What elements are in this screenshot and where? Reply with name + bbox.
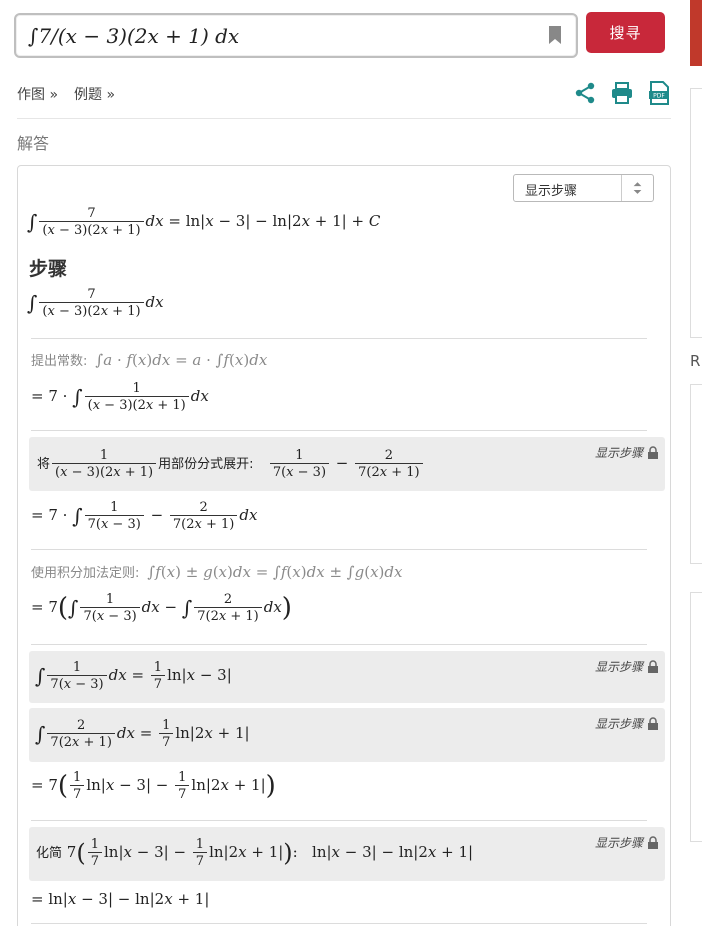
solution-panel [17, 165, 671, 926]
show-steps-locked[interactable]: 显示步骤 [595, 658, 659, 675]
show-steps-label: 显示步骤 [594, 836, 643, 850]
simplify-step-expression: 化简 7(1 7 ln|x − 3| − 1 7 ln|2x + 1|): ln|x −… [36, 837, 474, 869]
step-rule-label: 使用积分加法定则: [31, 566, 140, 581]
integral-step-box: 显示步骤 ∫ 1 7(x − 3) dx = 1 7 ln|x − 3| [29, 651, 665, 703]
step-result: = ln|x − 3| − ln|2x + 1| [31, 890, 210, 908]
partial-fraction-label: 用部份分式展开: [158, 457, 254, 472]
bookmark-icon[interactable] [548, 25, 562, 45]
show-steps-locked[interactable]: 显示步骤 [595, 834, 659, 851]
svg-text:PDF: PDF [653, 93, 665, 100]
plot-link[interactable]: 作图 » [17, 84, 58, 104]
steps-heading: 步骤 [29, 258, 68, 280]
step-rule-constant: 提出常数: ∫a · f(x)dx = a · ∫f(x)dx [31, 351, 268, 369]
lock-icon [648, 717, 658, 730]
sidebar-card [690, 88, 702, 338]
partial-fraction-prefix: 将 [37, 457, 51, 472]
show-steps-dropdown-value: 显示步骤 [525, 184, 578, 199]
sidebar-card [690, 592, 702, 842]
step-rule-label: 提出常数: [31, 354, 88, 369]
show-steps-locked[interactable]: 显示步骤 [595, 444, 659, 461]
show-steps-label: 显示步骤 [594, 660, 643, 674]
step-result: = 7(∫ 1 7(x − 3) dx − ∫ 2 7(2x + 1) dx) [31, 592, 292, 624]
sidebar-banner [690, 0, 702, 66]
lock-icon [648, 836, 658, 849]
show-steps-label: 显示步骤 [594, 717, 643, 731]
step-original-integral: ∫ 7 (x − 3)(2x + 1) dx [27, 287, 164, 319]
step-result: = 7 · ∫ 1 7(x − 3) − 2 7(2x + 1) dx [31, 500, 258, 532]
solution-section-title: 解答 [17, 134, 50, 153]
search-query[interactable]: ∫7/(x − 3)(2x + 1) dx [28, 24, 239, 48]
divider [17, 118, 671, 119]
step-divider [31, 430, 647, 431]
integral-step-expression: ∫ 2 7(2x + 1) dx = 1 7 ln|2x + 1| [35, 718, 250, 750]
partial-fraction-step: 显示步骤 将 1 (x − 3)(2x + 1) 用部份分式展开: 1 7(x − 3)… [29, 437, 665, 491]
print-icon[interactable] [610, 81, 634, 105]
select-arrows-icon [621, 175, 642, 201]
pdf-icon[interactable]: PDF [647, 81, 671, 105]
step-divider [31, 644, 647, 645]
lock-icon [648, 446, 658, 459]
final-answer: ∫ 7 (x − 3)(2x + 1) dx = ln|x − 3| − ln|2x … [27, 206, 381, 238]
step-rule-sum: 使用积分加法定则: ∫f(x) ± g(x)dx = ∫f(x)dx ± ∫g(x… [31, 563, 403, 581]
show-steps-dropdown[interactable]: 显示步骤 [513, 174, 654, 202]
share-icon[interactable] [573, 81, 597, 105]
integral-step-box: 显示步骤 ∫ 2 7(2x + 1) dx = 1 7 ln|2x + 1| [29, 708, 665, 762]
show-steps-label: 显示步骤 [594, 446, 643, 460]
sidebar-card [690, 384, 702, 564]
show-steps-locked[interactable]: 显示步骤 [595, 715, 659, 732]
search-button[interactable]: 搜寻 [586, 12, 665, 53]
integral-step-expression: ∫ 1 7(x − 3) dx = 1 7 ln|x − 3| [35, 660, 232, 692]
step-divider [31, 923, 647, 924]
simplify-step-box: 显示步骤 化简 7(1 7 ln|x − 3| − 1 7 ln|2x + 1|): l… [29, 827, 665, 881]
partial-fraction-expression: 将 1 (x − 3)(2x + 1) 用部份分式展开: 1 7(x − 3) − 27… [37, 448, 425, 480]
simplify-prefix: 化简 [36, 846, 63, 861]
sidebar-heading-fragment: R [690, 352, 701, 370]
step-divider [31, 549, 647, 550]
search-input[interactable]: ∫7/(x − 3)(2x + 1) dx [14, 13, 578, 58]
step-result: = 7 · ∫ 1 (x − 3)(2x + 1) dx [31, 381, 209, 413]
step-result: = 7(1 7 ln|x − 3| − 1 7 ln|2x + 1|) [31, 770, 276, 802]
lock-icon [648, 660, 658, 673]
step-divider [31, 338, 647, 339]
step-divider [31, 820, 647, 821]
examples-link[interactable]: 例题 » [74, 84, 115, 104]
